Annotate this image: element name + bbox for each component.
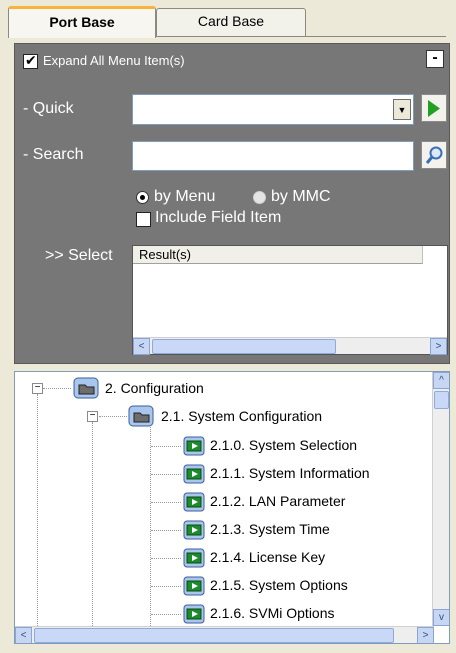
- folder-icon: [128, 405, 154, 427]
- by-mmc-label: by MMC: [271, 188, 331, 205]
- select-label: >> Select: [45, 247, 113, 264]
- tree-line: [151, 502, 181, 503]
- tree-line: [99, 416, 127, 417]
- tree-line: [151, 446, 181, 447]
- quick-combobox[interactable]: ▼: [132, 94, 414, 125]
- tree-line: [37, 394, 38, 626]
- tree-line: [151, 614, 181, 615]
- scroll-right-icon[interactable]: >: [430, 338, 447, 355]
- tree-item[interactable]: 2.1.3. System Time: [210, 521, 330, 537]
- expand-all-checkbox[interactable]: ✔: [23, 52, 38, 69]
- collapse-node-icon[interactable]: −: [87, 411, 98, 422]
- check-icon: ✔: [25, 52, 37, 68]
- menu-tree: − 2. Configuration − 2.1. System Configu…: [14, 371, 450, 644]
- magnifier-icon: [425, 146, 443, 164]
- tree-item[interactable]: 2.1.1. System Information: [210, 465, 370, 481]
- tree-line: [151, 474, 181, 475]
- tree-vertical-scrollbar[interactable]: ^ v: [432, 372, 449, 626]
- tree-item[interactable]: 2.1.4. License Key: [210, 549, 325, 565]
- include-field-label: Include Field Item: [155, 209, 282, 226]
- tree-line: [151, 558, 181, 559]
- by-menu-label: by Menu: [154, 188, 216, 205]
- tree-line: [92, 422, 93, 626]
- scroll-right-icon[interactable]: >: [417, 627, 434, 643]
- menu-page-icon: [183, 492, 205, 512]
- tree-item[interactable]: 2.1.0. System Selection: [210, 437, 357, 453]
- include-field-checkbox[interactable]: [136, 212, 151, 227]
- go-button[interactable]: [421, 94, 447, 122]
- tree-horizontal-scrollbar[interactable]: < >: [15, 626, 434, 643]
- tab-card-base[interactable]: Card Base: [156, 8, 306, 36]
- results-horizontal-scrollbar[interactable]: < >: [133, 337, 447, 355]
- tree-item[interactable]: 2.1.2. LAN Parameter: [210, 493, 345, 509]
- collapse-node-icon[interactable]: −: [32, 383, 43, 394]
- tree-item[interactable]: 2.1.5. System Options: [210, 577, 348, 593]
- tree-item[interactable]: 2.1.6. SVMi Options: [210, 605, 335, 621]
- search-panel: ✔ Expand All Menu Item(s) - - Quick ▼ - …: [14, 43, 450, 364]
- scroll-left-icon[interactable]: <: [133, 338, 150, 355]
- expand-all-label: Expand All Menu Item(s): [43, 53, 185, 68]
- results-list[interactable]: Result(s) < >: [132, 245, 448, 355]
- play-arrow-icon: [428, 100, 440, 117]
- tree-line: [151, 586, 181, 587]
- tab-port-base[interactable]: Port Base: [8, 6, 156, 38]
- radio-dot-icon: [140, 195, 145, 200]
- scroll-up-icon[interactable]: ^: [433, 372, 449, 389]
- menu-page-icon: [183, 604, 205, 624]
- quick-label: - Quick: [23, 100, 74, 117]
- scroll-thumb[interactable]: [34, 628, 394, 643]
- search-input[interactable]: [132, 141, 414, 171]
- scroll-down-icon[interactable]: v: [433, 609, 449, 626]
- scroll-thumb[interactable]: [152, 339, 336, 354]
- by-mmc-radio[interactable]: [253, 191, 266, 204]
- collapse-panel-button[interactable]: -: [426, 50, 444, 68]
- results-column-header[interactable]: Result(s): [133, 246, 423, 264]
- search-button[interactable]: [421, 141, 447, 169]
- chevron-down-icon[interactable]: ▼: [393, 99, 411, 120]
- scroll-left-icon[interactable]: <: [15, 627, 32, 643]
- scroll-thumb[interactable]: [434, 391, 449, 409]
- by-menu-radio[interactable]: [136, 191, 149, 204]
- menu-page-icon: [183, 436, 205, 456]
- tree-line: [151, 530, 181, 531]
- tree-line: [150, 422, 151, 626]
- menu-page-icon: [183, 548, 205, 568]
- search-label: - Search: [23, 146, 84, 163]
- tree-line: [43, 388, 71, 389]
- menu-page-icon: [183, 576, 205, 596]
- tree-item[interactable]: 2.1. System Configuration: [161, 408, 322, 424]
- tree-item[interactable]: 2. Configuration: [105, 380, 204, 396]
- menu-page-icon: [183, 464, 205, 484]
- folder-icon: [73, 377, 99, 399]
- menu-page-icon: [183, 520, 205, 540]
